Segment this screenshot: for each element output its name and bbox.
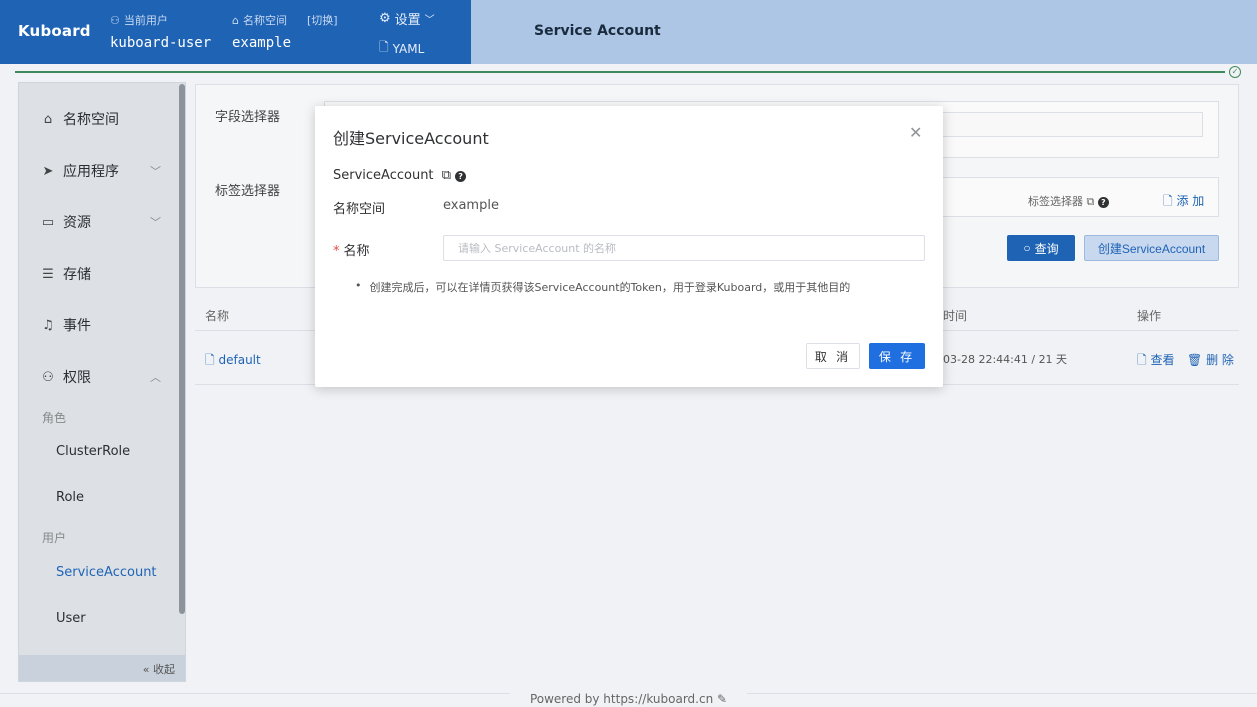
namespace-value: example: [443, 198, 499, 213]
cancel-button[interactable]: 取 消: [806, 343, 860, 369]
name-input[interactable]: [443, 235, 925, 261]
question-icon[interactable]: ?: [455, 171, 467, 182]
namespace-label: 名称空间: [333, 202, 386, 217]
serviceaccount-doc-label: ServiceAccount ⧉ ?: [333, 168, 467, 183]
dialog-tip: • 创建完成后，可以在详情页获得该ServiceAccount的Token，用于…: [355, 279, 851, 294]
external-link-icon[interactable]: ⧉: [442, 168, 451, 183]
required-asterisk: *: [333, 244, 340, 259]
bullet: •: [355, 279, 362, 292]
dialog-title: 创建ServiceAccount: [333, 129, 489, 148]
save-button[interactable]: 保 存: [869, 343, 925, 369]
create-serviceaccount-dialog: 创建ServiceAccount ✕ ServiceAccount ⧉ ? 名称…: [315, 106, 943, 387]
name-label: * 名称: [333, 244, 370, 259]
close-icon[interactable]: ✕: [909, 123, 922, 143]
